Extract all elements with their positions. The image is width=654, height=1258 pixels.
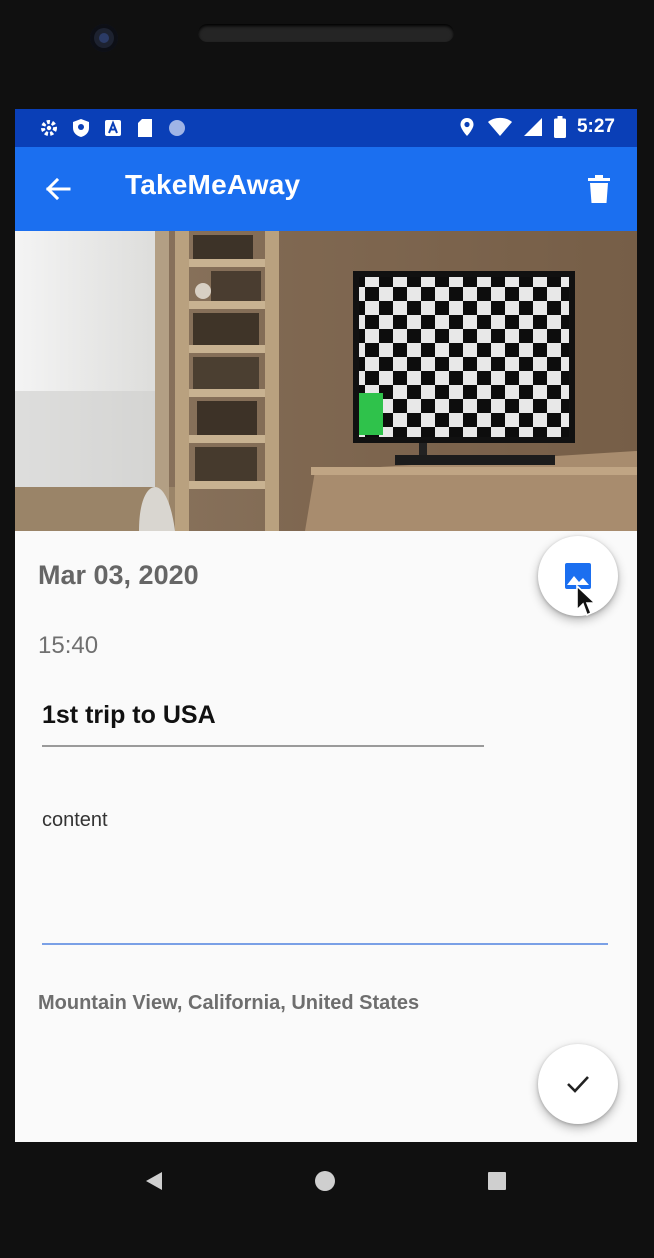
system-nav-bar <box>15 1142 637 1216</box>
app-a-icon <box>103 118 123 138</box>
wifi-icon <box>487 117 513 137</box>
status-bar: 5:27 <box>15 109 637 147</box>
save-button[interactable] <box>538 1044 618 1124</box>
sd-card-icon <box>135 118 155 138</box>
shield-icon <box>71 118 91 138</box>
app-screen: 5:27 TakeMeAway Mar 03, 2020 15:40 1st t… <box>15 109 637 1142</box>
home-circle-icon <box>315 1171 335 1191</box>
entry-date[interactable]: Mar 03, 2020 <box>38 560 199 591</box>
battery-icon <box>553 116 567 138</box>
entry-time[interactable]: 15:40 <box>38 632 98 660</box>
back-triangle-icon <box>146 1172 162 1190</box>
app-title: TakeMeAway <box>125 169 301 200</box>
back-button[interactable] <box>37 169 79 209</box>
delete-button[interactable] <box>579 169 619 209</box>
phone-frame: 5:27 TakeMeAway Mar 03, 2020 15:40 1st t… <box>0 0 654 1258</box>
arrow-left-icon <box>45 177 71 201</box>
app-bar: TakeMeAway <box>15 147 637 231</box>
nav-recents-button[interactable] <box>480 1164 514 1198</box>
entry-photo <box>15 231 637 531</box>
nav-home-button[interactable] <box>308 1164 342 1198</box>
sync-circle-icon <box>167 118 187 138</box>
earpiece-speaker <box>198 24 454 42</box>
nav-back-button[interactable] <box>137 1164 171 1198</box>
entry-form: Mar 03, 2020 15:40 Mountain View, Califo… <box>15 531 637 1142</box>
title-input[interactable] <box>42 691 484 747</box>
mouse-pointer <box>575 584 598 623</box>
content-input[interactable] <box>42 801 608 945</box>
signal-icon <box>523 117 543 137</box>
recents-square-icon <box>488 1172 506 1190</box>
location-pin-icon <box>457 117 477 137</box>
front-camera <box>90 24 118 52</box>
check-icon <box>567 1076 589 1093</box>
settings-icon <box>39 118 59 138</box>
status-time: 5:27 <box>576 116 615 137</box>
entry-location: Mountain View, California, United States <box>38 992 420 1014</box>
trash-icon <box>588 175 610 203</box>
